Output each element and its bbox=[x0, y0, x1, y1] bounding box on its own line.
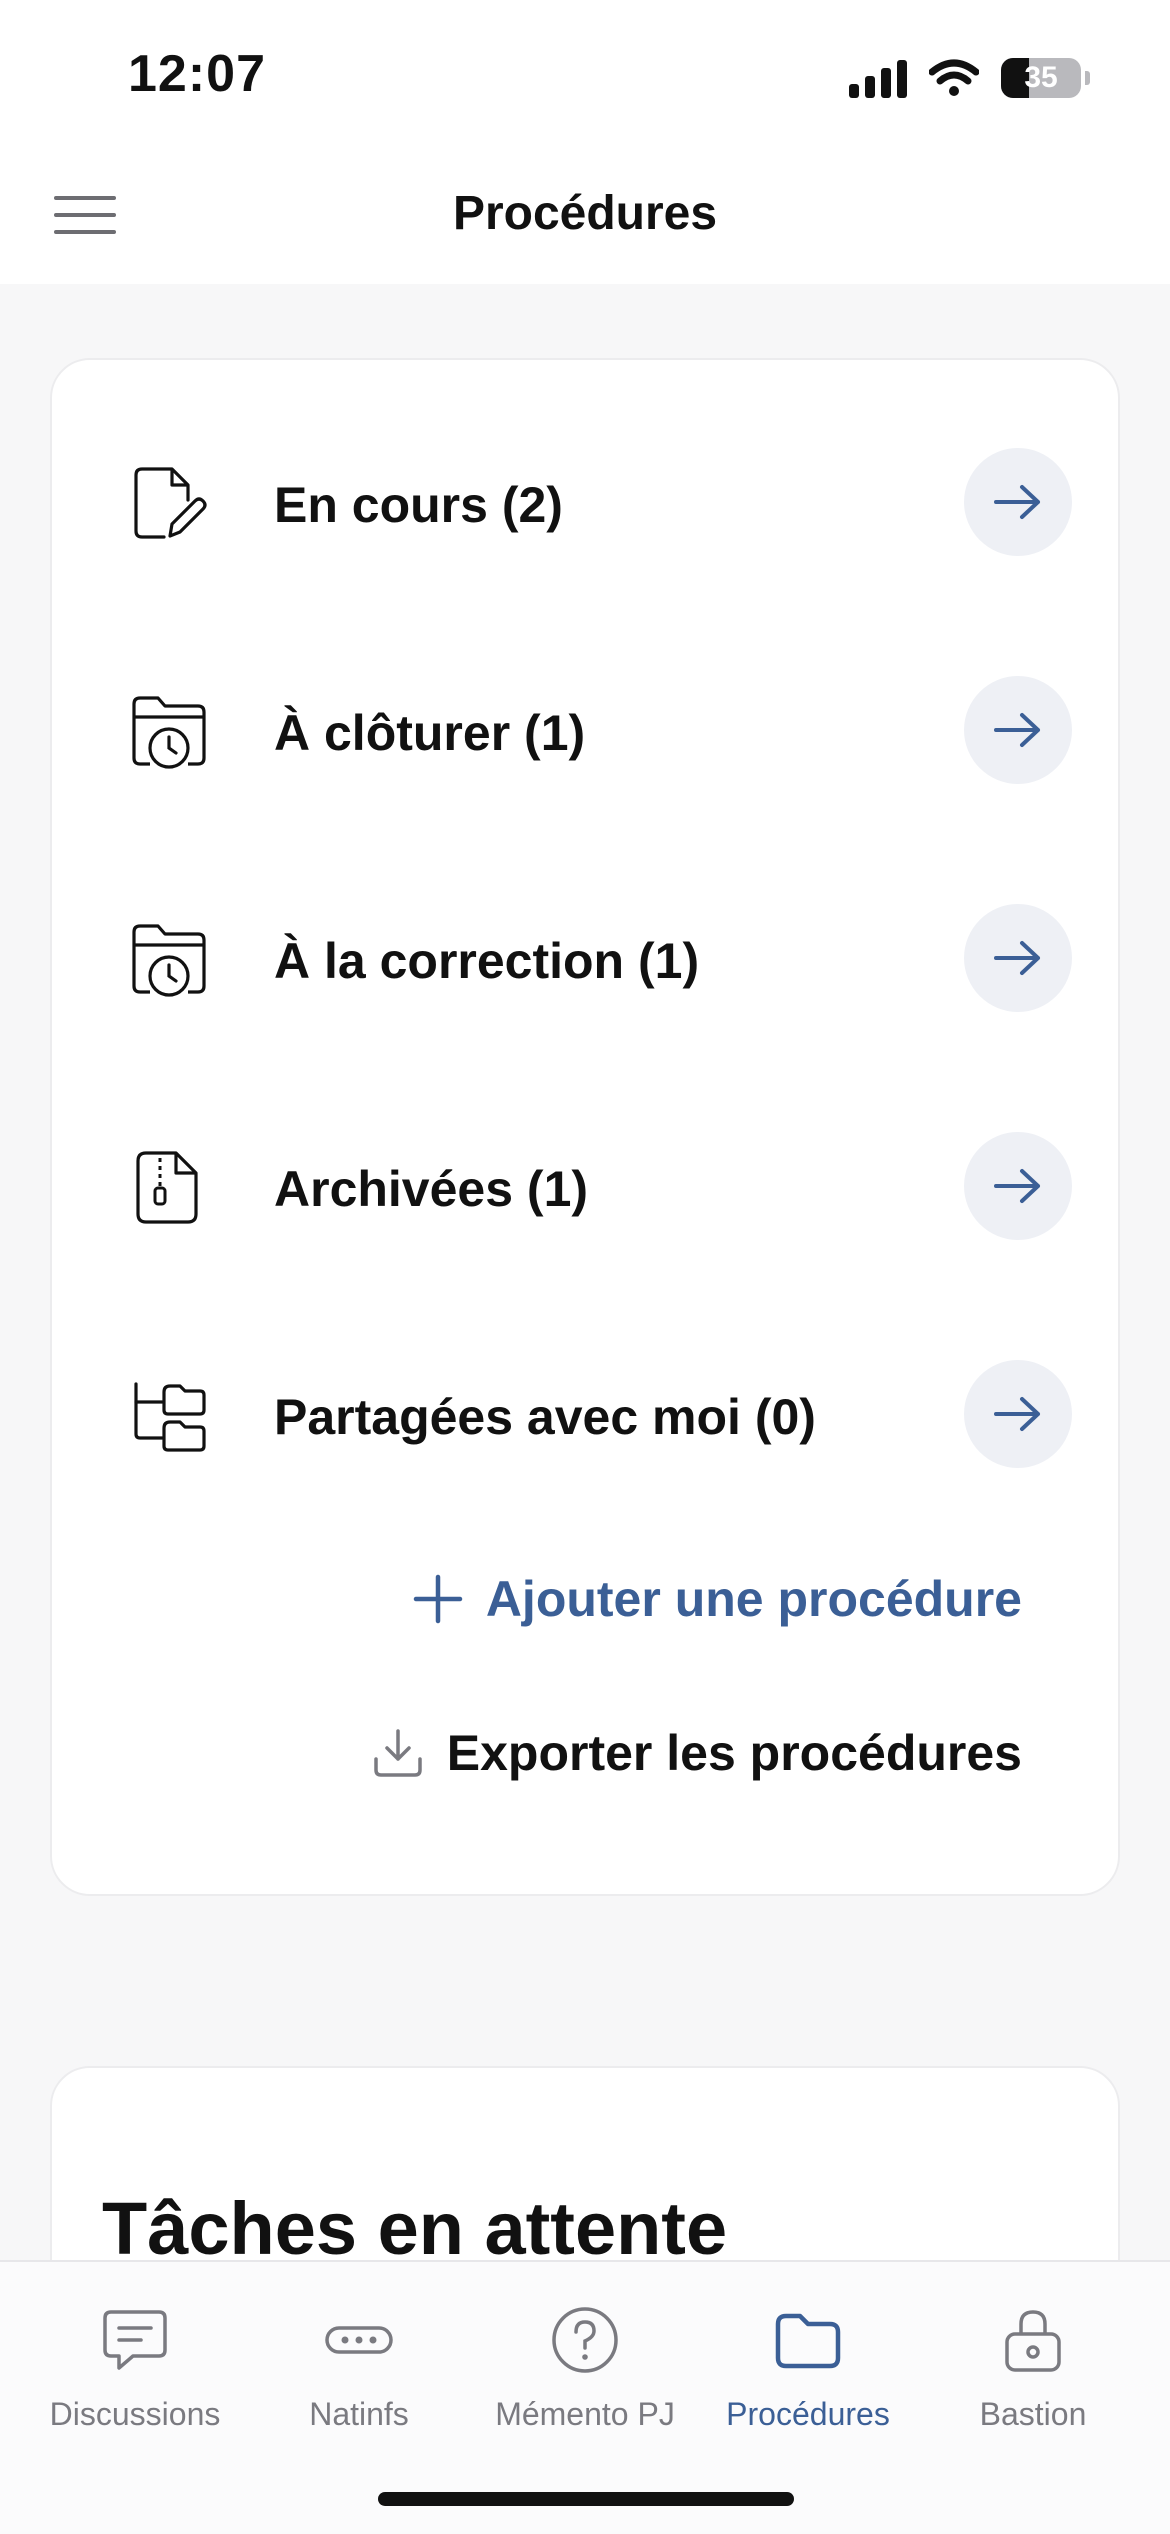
lock-icon bbox=[1005, 2310, 1061, 2372]
open-arrow-button[interactable] bbox=[964, 1132, 1072, 1240]
arrow-right-icon bbox=[994, 485, 1040, 519]
pending-tasks-title: Tâches en attente bbox=[102, 2187, 728, 2270]
arrow-right-icon bbox=[994, 713, 1040, 747]
open-arrow-button[interactable] bbox=[964, 676, 1072, 784]
home-indicator[interactable] bbox=[378, 2492, 794, 2506]
procedure-row-archivees[interactable]: Archivées (1) bbox=[52, 1132, 1122, 1242]
tab-label: Bastion bbox=[979, 2396, 1087, 2432]
procedure-row-label: Archivées (1) bbox=[274, 1161, 589, 1217]
battery-tip bbox=[1085, 71, 1090, 85]
tab-natinfs[interactable]: Natinfs bbox=[247, 2302, 471, 2433]
tab-label: Discussions bbox=[49, 2396, 221, 2432]
export-procedures-button[interactable]: Exporter les procédures bbox=[371, 1724, 1022, 1782]
tab-discussions[interactable]: Discussions bbox=[23, 2302, 247, 2433]
status-icons: 35 bbox=[849, 54, 1090, 102]
wifi-icon bbox=[929, 59, 979, 96]
arrow-right-icon bbox=[994, 1397, 1040, 1431]
procedure-row-label: À clôturer (1) bbox=[274, 705, 586, 761]
download-icon bbox=[374, 1729, 422, 1777]
add-procedure-button[interactable]: Ajouter une procédure bbox=[412, 1570, 1022, 1628]
chat-bubble-icon bbox=[103, 2310, 167, 2370]
folder-clock-icon bbox=[132, 696, 206, 769]
dots-pill-icon bbox=[325, 2326, 393, 2354]
question-circle-icon bbox=[552, 2307, 618, 2373]
tab-bastion[interactable]: Bastion bbox=[921, 2302, 1145, 2433]
procedure-row-a-cloturer[interactable]: À clôturer (1) bbox=[52, 676, 1122, 786]
procedure-row-label: En cours (2) bbox=[274, 477, 563, 533]
tab-label: Natinfs bbox=[309, 2396, 409, 2432]
plus-icon bbox=[413, 1574, 463, 1624]
tab-label: Mémento PJ bbox=[495, 2396, 675, 2432]
folder-clock-icon bbox=[132, 924, 206, 997]
page-title: Procédures bbox=[452, 187, 718, 240]
procedure-row-en-cours[interactable]: En cours (2) bbox=[52, 448, 1122, 558]
arrow-right-icon bbox=[994, 1169, 1040, 1203]
open-arrow-button[interactable] bbox=[964, 904, 1072, 1012]
procedure-row-label: À la correction (1) bbox=[274, 933, 700, 989]
export-procedures-label: Exporter les procédures bbox=[446, 1725, 1022, 1781]
tab-procedures[interactable]: Procédures bbox=[696, 2302, 920, 2433]
app-header: Procédures bbox=[0, 150, 1170, 284]
archive-zip-file-icon bbox=[136, 1151, 198, 1224]
tab-memento-pj[interactable]: Mémento PJ bbox=[473, 2302, 697, 2433]
arrow-right-icon bbox=[994, 941, 1040, 975]
cellular-signal-icon bbox=[849, 58, 907, 98]
status-bar: 12:07 35 bbox=[0, 0, 1170, 150]
folder-icon bbox=[775, 2313, 841, 2369]
procedure-row-partagees[interactable]: Partagées avec moi (0) bbox=[52, 1360, 1122, 1470]
battery-icon: 35 bbox=[1001, 58, 1081, 98]
status-time: 12:07 bbox=[128, 45, 266, 103]
document-edit-icon bbox=[134, 467, 207, 539]
procedure-row-a-la-correction[interactable]: À la correction (1) bbox=[52, 904, 1122, 1014]
open-arrow-button[interactable] bbox=[964, 448, 1072, 556]
battery-level: 35 bbox=[1024, 61, 1058, 94]
procedures-card: En cours (2) À clôturer (1) À la correct… bbox=[50, 358, 1120, 1896]
procedure-row-label: Partagées avec moi (0) bbox=[274, 1389, 816, 1445]
add-procedure-label: Ajouter une procédure bbox=[485, 1571, 1022, 1627]
open-arrow-button[interactable] bbox=[964, 1360, 1072, 1468]
shared-folders-icon bbox=[134, 1382, 206, 1452]
tab-label: Procédures bbox=[726, 2396, 890, 2432]
